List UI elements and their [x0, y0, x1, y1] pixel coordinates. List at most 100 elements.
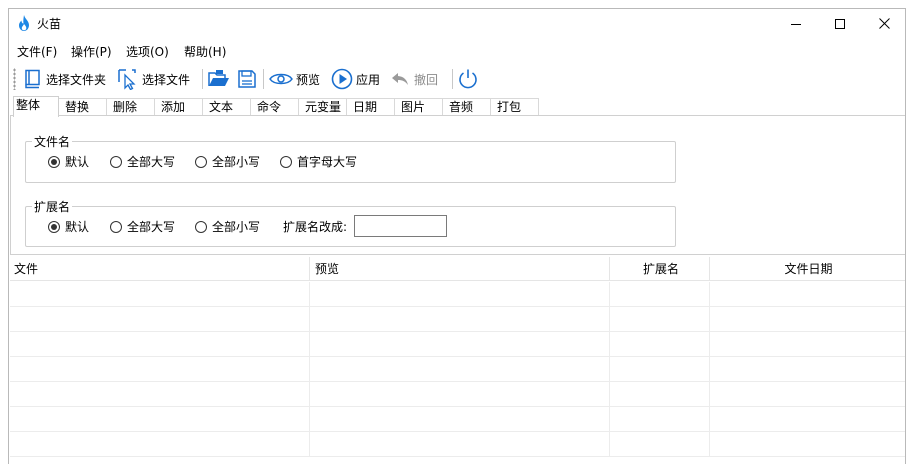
table-cell — [10, 282, 310, 307]
table-cell — [10, 407, 310, 432]
radio-unchecked-icon — [195, 155, 207, 168]
menu-options[interactable]: 选项(O) — [126, 43, 169, 60]
filename-lowercase-radio[interactable]: 全部小写 — [195, 153, 260, 170]
play-icon — [331, 68, 353, 90]
close-icon — [878, 18, 890, 29]
table-row[interactable] — [10, 332, 905, 357]
extension-lowercase-radio[interactable]: 全部小写 — [195, 218, 260, 235]
title-bar: 火苗 — [9, 9, 905, 38]
undo-arrow-icon — [392, 73, 408, 85]
menu-file[interactable]: 文件(F) — [17, 43, 57, 60]
tab-metavariable[interactable]: 元变量 — [298, 98, 347, 116]
table-row[interactable] — [10, 282, 905, 307]
tab-pack[interactable]: 打包 — [490, 98, 539, 116]
column-header-extension[interactable]: 扩展名 — [610, 257, 710, 281]
toolbar: 选择文件夹 选择文件 预览 应用 撤回 — [9, 63, 905, 95]
maximize-button[interactable] — [817, 9, 863, 38]
eye-icon — [269, 73, 293, 85]
table-cell — [710, 432, 905, 457]
table-cell — [310, 307, 610, 332]
filename-default-radio[interactable]: 默认 — [48, 153, 89, 170]
tab-text[interactable]: 文本 — [202, 98, 251, 116]
open-button[interactable] — [208, 67, 230, 91]
table-cell — [610, 357, 710, 382]
tab-date[interactable]: 日期 — [346, 98, 395, 116]
table-cell — [310, 282, 610, 307]
table-cell — [710, 382, 905, 407]
toolbar-separator — [202, 69, 203, 89]
toolbar-grip[interactable] — [13, 68, 16, 90]
tab-delete[interactable]: 删除 — [106, 98, 155, 116]
tab-replace[interactable]: 替换 — [58, 98, 107, 116]
select-file-button[interactable]: 选择文件 — [117, 67, 190, 91]
tab-overall[interactable]: 整体 — [13, 96, 59, 117]
select-folder-button[interactable]: 选择文件夹 — [23, 67, 106, 91]
radio-checked-icon — [48, 155, 60, 168]
column-header-file-date[interactable]: 文件日期 — [710, 257, 905, 281]
save-button[interactable] — [237, 67, 257, 91]
radio-unchecked-icon — [110, 220, 122, 233]
table-cell — [710, 282, 905, 307]
tab-strip: 整体 替换 删除 添加 文本 命令 元变量 日期 图片 音频 打包 — [9, 96, 905, 117]
select-file-label: 选择文件 — [142, 72, 191, 87]
menu-help[interactable]: 帮助(H) — [184, 43, 226, 60]
file-grid[interactable]: 文件 预览 扩展名 文件日期 — [10, 257, 905, 464]
folder-book-icon — [25, 69, 40, 89]
radio-unchecked-icon — [280, 155, 292, 168]
window-title: 火苗 — [37, 17, 62, 31]
table-cell — [10, 382, 310, 407]
table-cell — [710, 407, 905, 432]
extension-uppercase-radio[interactable]: 全部大写 — [110, 218, 175, 235]
filename-capitalize-radio[interactable]: 首字母大写 — [280, 153, 357, 170]
minimize-icon — [791, 23, 801, 25]
table-cell — [710, 307, 905, 332]
radio-unchecked-icon — [110, 155, 122, 168]
power-button[interactable] — [457, 67, 479, 91]
maximize-icon — [835, 18, 845, 29]
table-row[interactable] — [10, 307, 905, 332]
tab-audio[interactable]: 音频 — [442, 98, 491, 116]
menu-operation[interactable]: 操作(P) — [71, 43, 112, 60]
preview-label: 预览 — [296, 72, 321, 87]
table-cell — [310, 357, 610, 382]
select-folder-label: 选择文件夹 — [46, 72, 107, 87]
apply-button[interactable]: 应用 — [331, 67, 380, 91]
minimize-button[interactable] — [773, 9, 819, 38]
preview-button[interactable]: 预览 — [269, 67, 320, 91]
tab-command[interactable]: 命令 — [250, 98, 299, 116]
table-row[interactable] — [10, 432, 905, 457]
extension-change-input[interactable] — [354, 215, 447, 237]
table-cell — [610, 282, 710, 307]
table-cell — [710, 332, 905, 357]
table-cell — [310, 407, 610, 432]
undo-button[interactable]: 撤回 — [391, 67, 438, 91]
tab-panel-overall: 文件名 默认 全部大写 全部小写 首字母大写 扩展名 默认 全部大写 全部小写 … — [10, 115, 905, 255]
table-cell — [710, 357, 905, 382]
table-cell — [10, 432, 310, 457]
cursor-select-icon — [118, 69, 136, 90]
menu-bar: 文件(F) 操作(P) 选项(O) 帮助(H) — [9, 39, 905, 62]
table-row[interactable] — [10, 407, 905, 432]
table-cell — [610, 382, 710, 407]
table-cell — [10, 357, 310, 382]
grid-header: 文件 预览 扩展名 文件日期 — [10, 257, 905, 281]
filename-uppercase-radio[interactable]: 全部大写 — [110, 153, 175, 170]
extension-change-label: 扩展名改成: — [283, 220, 348, 234]
power-icon — [459, 69, 477, 89]
table-cell — [610, 332, 710, 357]
save-icon — [238, 70, 256, 88]
tab-add[interactable]: 添加 — [154, 98, 203, 116]
toolbar-separator — [263, 69, 264, 89]
extension-default-radio[interactable]: 默认 — [48, 218, 89, 235]
apply-label: 应用 — [356, 72, 381, 87]
column-header-preview[interactable]: 预览 — [310, 257, 610, 281]
column-header-file[interactable]: 文件 — [10, 257, 310, 281]
table-row[interactable] — [10, 357, 905, 382]
table-cell — [310, 332, 610, 357]
table-row[interactable] — [10, 382, 905, 407]
filename-group: 文件名 默认 全部大写 全部小写 首字母大写 — [25, 133, 676, 183]
close-button[interactable] — [861, 9, 905, 38]
table-cell — [610, 307, 710, 332]
tab-image[interactable]: 图片 — [394, 98, 443, 116]
toolbar-separator — [452, 69, 453, 89]
